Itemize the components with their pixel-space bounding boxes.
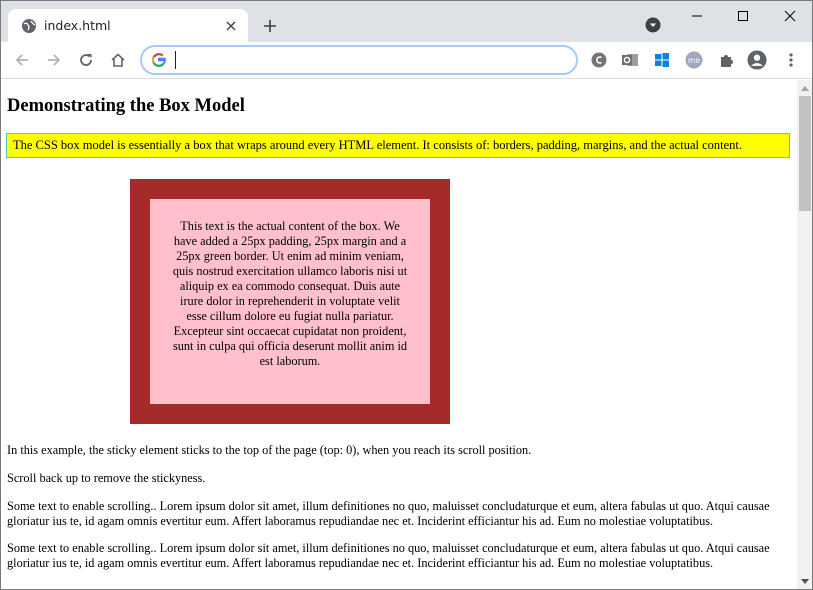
plus-icon — [264, 20, 276, 32]
browser-tab[interactable]: index.html — [8, 9, 248, 43]
tab-strip: index.html — [0, 0, 813, 43]
paragraph: Some text to enable scrolling.. Lorem ip… — [7, 499, 770, 528]
maximize-button[interactable] — [720, 1, 766, 31]
svg-text:me: me — [688, 56, 700, 65]
browser-toolbar: me — [0, 42, 813, 79]
intro-box: The CSS box model is essentially a box t… — [6, 133, 790, 158]
puzzle-icon[interactable] — [716, 50, 736, 70]
google-g-icon — [151, 53, 166, 67]
box-model-content: This text is the actual content of the b… — [150, 199, 430, 404]
address-bar[interactable] — [140, 45, 578, 75]
paragraph: In this example, the sticky element stic… — [7, 443, 532, 457]
maximize-icon — [738, 11, 748, 21]
scroll-down-arrow-icon[interactable] — [797, 574, 813, 590]
reload-button[interactable] — [74, 48, 98, 72]
scroll-up-arrow-icon[interactable] — [797, 80, 813, 96]
text-caret — [175, 51, 176, 69]
back-arrow-icon — [15, 54, 28, 66]
address-input[interactable] — [172, 50, 562, 70]
c-circle-icon[interactable] — [589, 50, 609, 70]
outlook-icon[interactable] — [620, 50, 640, 70]
windows-icon[interactable] — [652, 50, 672, 70]
scrollbar-thumb[interactable] — [799, 96, 811, 211]
home-button[interactable] — [106, 48, 130, 72]
minimize-button[interactable] — [674, 1, 720, 31]
close-icon[interactable] — [222, 17, 240, 35]
minimize-icon — [692, 15, 702, 17]
page-heading: Demonstrating the Box Model — [7, 96, 245, 116]
kebab-menu-icon[interactable] — [781, 50, 801, 70]
box-content-text: This text is the actual content of the b… — [172, 219, 408, 368]
account-icon[interactable] — [747, 50, 767, 70]
window-close-button[interactable] — [767, 1, 813, 31]
me-icon[interactable]: me — [684, 50, 704, 70]
vertical-scrollbar[interactable] — [797, 80, 813, 590]
globe-icon — [21, 18, 37, 34]
new-tab-button[interactable] — [259, 15, 281, 37]
forward-arrow-icon — [48, 54, 61, 66]
paragraph: Some text to enable scrolling.. Lorem ip… — [7, 541, 770, 570]
close-icon — [784, 10, 796, 22]
tab-title: index.html — [44, 18, 111, 33]
reload-icon — [80, 54, 92, 66]
forward-button[interactable] — [42, 48, 66, 72]
back-button[interactable] — [10, 48, 34, 72]
box-model-border: This text is the actual content of the b… — [130, 179, 450, 424]
paragraph: Scroll back up to remove the stickyness. — [7, 471, 206, 485]
page-content: Demonstrating the Box Model The CSS box … — [0, 80, 797, 590]
dropdown-circle-icon[interactable] — [645, 17, 661, 33]
home-icon — [111, 53, 125, 67]
